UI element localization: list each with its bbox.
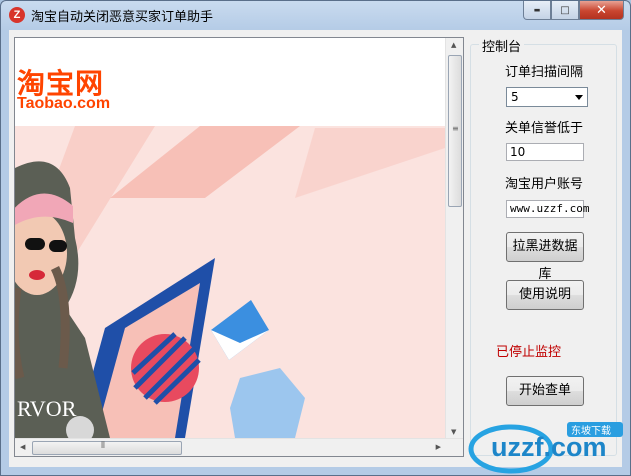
taobao-logo-en[interactable]: Taobao.com xyxy=(17,95,110,113)
maximize-icon: □ xyxy=(560,4,570,16)
minimize-icon: ▬ xyxy=(533,6,541,14)
account-input[interactable]: www.uzzf.com xyxy=(506,200,589,218)
watermark-logo: uzzf.com 东坡下载 xyxy=(468,422,623,474)
chevron-down-icon[interactable] xyxy=(575,95,583,100)
scan-interval-value: 5 xyxy=(511,90,519,104)
scan-interval-label: 订单扫描间隔 xyxy=(505,65,584,80)
scroll-up-icon[interactable]: ▲ xyxy=(451,41,456,49)
vertical-scroll-thumb[interactable]: ≡ xyxy=(448,55,462,207)
close-icon: ✕ xyxy=(596,2,607,18)
title-bar[interactable]: Z 淘宝自动关闭恶意买家订单助手 ▬ □ ✕ xyxy=(1,1,630,29)
scan-interval-select[interactable]: 5 xyxy=(506,87,588,107)
horizontal-scrollbar[interactable]: ◀ ⦀ ▶ xyxy=(15,438,463,456)
svg-text:RVOR: RVOR xyxy=(17,396,77,421)
help-button[interactable]: 使用说明 xyxy=(506,280,584,310)
blacklist-button[interactable]: 拉黑进数据库 xyxy=(506,232,584,282)
scroll-right-icon[interactable]: ▶ xyxy=(436,443,441,451)
client-area: RVOR 淘宝网 Taobao.com ▲ ≡ ▼ ◀ ⦀ ▶ 控制台 订单扫描… xyxy=(9,30,622,467)
caption-buttons: ▬ □ ✕ xyxy=(523,1,624,21)
app-icon: Z xyxy=(9,7,25,23)
vertical-scrollbar[interactable]: ▲ ≡ ▼ xyxy=(445,38,463,439)
control-panel-title: 控制台 xyxy=(479,36,525,55)
window-title: 淘宝自动关闭恶意买家订单助手 xyxy=(31,10,214,25)
start-check-button[interactable]: 开始查单 xyxy=(506,376,584,406)
taobao-banner: RVOR 淘宝网 Taobao.com xyxy=(15,38,445,438)
grip-icon: ≡ xyxy=(452,124,459,133)
close-button[interactable]: ✕ xyxy=(579,1,624,20)
scroll-left-icon[interactable]: ◀ xyxy=(20,443,25,451)
credit-threshold-input[interactable]: 10 xyxy=(506,143,584,161)
embedded-browser[interactable]: RVOR 淘宝网 Taobao.com ▲ ≡ ▼ ◀ ⦀ ▶ xyxy=(14,37,464,457)
minimize-button[interactable]: ▬ xyxy=(523,1,551,20)
grip-icon: ⦀ xyxy=(101,441,105,451)
maximize-button[interactable]: □ xyxy=(551,1,579,20)
monitor-status: 已停止监控 xyxy=(496,345,562,360)
account-label: 淘宝用户账号 xyxy=(505,177,584,192)
uzzf-watermark: uzzf.com 东坡下载 xyxy=(451,409,630,475)
app-window: Z 淘宝自动关闭恶意买家订单助手 ▬ □ ✕ RVOR 淘宝网 Taobao.c… xyxy=(0,0,631,476)
watermark-tag: 东坡下载 xyxy=(571,424,611,437)
horizontal-scroll-thumb[interactable]: ⦀ xyxy=(32,441,182,455)
credit-threshold-label: 关单信誉低于 xyxy=(505,121,584,136)
